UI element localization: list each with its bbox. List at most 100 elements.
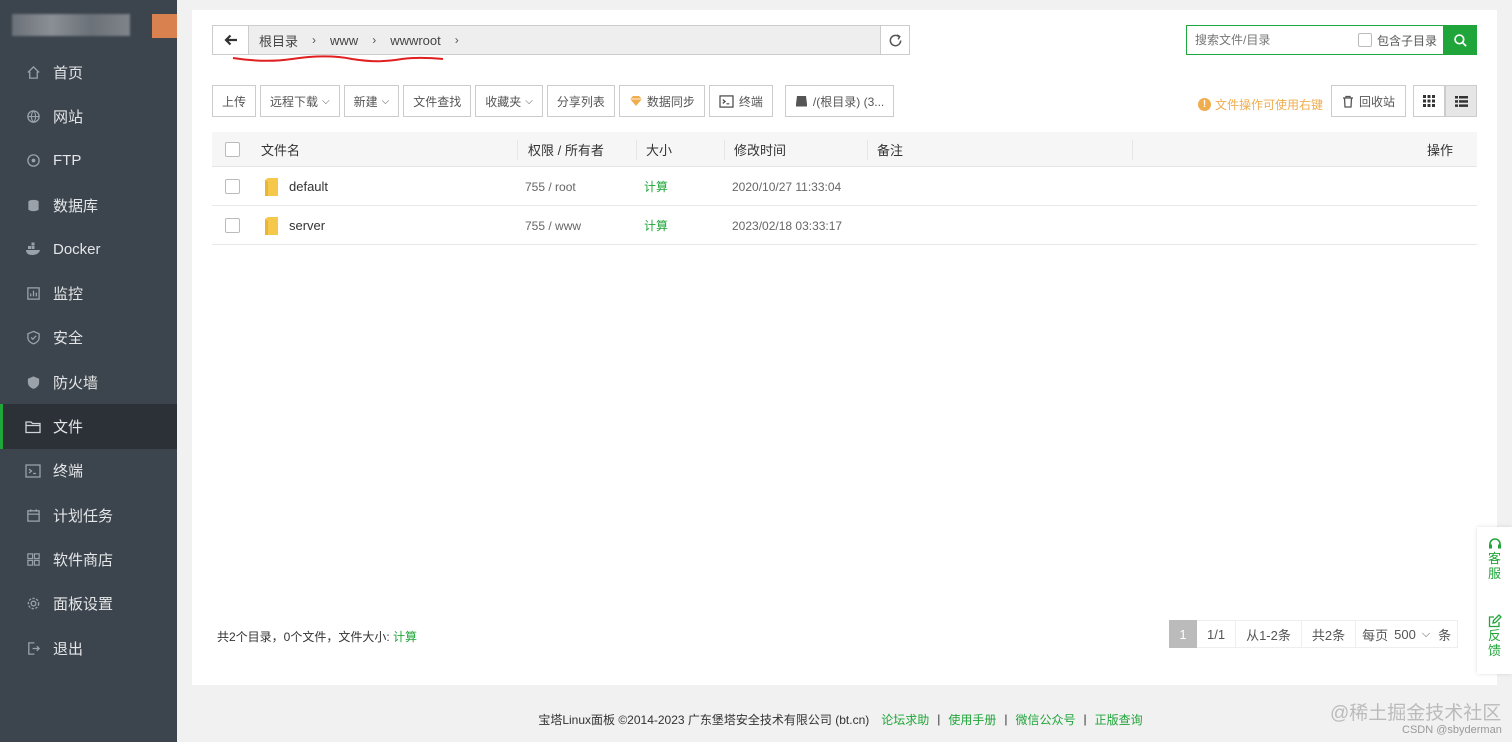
search-input[interactable] xyxy=(1187,26,1352,54)
summary-calc-link[interactable]: 计算 xyxy=(393,630,417,644)
watermark-sub: CSDN @sbyderman xyxy=(1402,724,1502,736)
path-bar: 根目录 › www › wwwroot › xyxy=(212,25,910,55)
footer-link-license[interactable]: 正版查询 xyxy=(1095,711,1143,728)
sidebar-item-label: 数据库 xyxy=(53,197,99,215)
header-note: 备注 xyxy=(877,143,904,158)
file-size-calc[interactable]: 计算 xyxy=(644,167,668,206)
sidebar-item-security[interactable]: 安全 xyxy=(0,316,177,360)
sidebar-nav: 首页 网站 FTP 数据库 Docker 监控 安全 防火墙 文件 终端 计划任… xyxy=(0,50,177,670)
new-button[interactable]: 新建 ⌵ xyxy=(343,85,400,117)
grid-icon xyxy=(1423,95,1435,107)
sidebar-item-docker[interactable]: Docker xyxy=(0,227,177,271)
per-page-value[interactable]: 500 xyxy=(1394,627,1416,642)
sidebar-item-cron[interactable]: 计划任务 xyxy=(0,493,177,537)
terminal-label: 终端 xyxy=(738,94,763,109)
column-divider xyxy=(1132,140,1133,160)
logo-accent xyxy=(152,14,177,38)
crumb-www[interactable]: www xyxy=(326,33,362,48)
sidebar-item-label: 面板设置 xyxy=(53,596,114,614)
feedback-button[interactable]: 反馈 xyxy=(1477,614,1512,658)
sidebar-item-ftp[interactable]: FTP xyxy=(0,139,177,183)
sidebar-item-label: 计划任务 xyxy=(53,507,114,525)
page-count: 1/1 xyxy=(1197,620,1237,648)
service-label: 客服 xyxy=(1487,551,1501,581)
upload-button[interactable]: 上传 xyxy=(212,85,257,117)
watermark: @稀土掘金技术社区 xyxy=(1330,703,1502,724)
file-size-calc[interactable]: 计算 xyxy=(644,206,668,245)
header-name[interactable]: 文件名 xyxy=(261,132,300,167)
header-perm[interactable]: 权限 / 所有者 xyxy=(528,132,604,167)
file-perm[interactable]: 755 / root xyxy=(525,167,576,206)
disk-button[interactable]: /(根目录) (3... xyxy=(784,85,895,117)
favorites-button[interactable]: 收藏夹 ⌵ xyxy=(475,85,543,117)
share-list-label: 分享列表 xyxy=(556,94,605,109)
refresh-button[interactable] xyxy=(880,26,909,54)
sidebar-item-website[interactable]: 网站 xyxy=(0,94,177,138)
sidebar-item-home[interactable]: 首页 xyxy=(0,50,177,94)
right-click-tip: ! 文件操作可使用右键 xyxy=(1198,96,1323,113)
header-size[interactable]: 大小 xyxy=(646,132,672,167)
remote-download-button[interactable]: 远程下载 ⌵ xyxy=(260,85,340,117)
page-number[interactable]: 1 xyxy=(1169,620,1197,648)
file-name[interactable]: server xyxy=(289,206,325,245)
page-total: 共2条 xyxy=(1301,620,1357,648)
terminal-button[interactable]: 终端 xyxy=(708,85,773,117)
sidebar-item-label: Docker xyxy=(53,240,101,258)
headset-icon xyxy=(1488,538,1501,549)
per-page-label: 每页 xyxy=(1362,627,1389,643)
list-view-button[interactable] xyxy=(1445,85,1477,117)
grid-view-button[interactable] xyxy=(1413,85,1445,117)
breadcrumb: 根目录 › www › wwwroot › xyxy=(249,26,880,54)
chevron-right-icon: › xyxy=(372,33,377,47)
checkbox[interactable] xyxy=(225,179,240,194)
divider: | xyxy=(1083,712,1087,726)
tip-text: 文件操作可使用右键 xyxy=(1215,98,1324,112)
sidebar-item-label: 首页 xyxy=(53,64,84,82)
checkbox[interactable] xyxy=(1358,33,1372,47)
sidebar-item-files[interactable]: 文件 xyxy=(0,404,177,449)
sidebar-item-monitor[interactable]: 监控 xyxy=(0,271,177,315)
recycle-label: 回收站 xyxy=(1359,94,1396,109)
monitor-icon xyxy=(25,286,41,302)
chevron-right-icon: › xyxy=(454,33,459,47)
header-mtime[interactable]: 修改时间 xyxy=(734,132,786,167)
sidebar: 首页 网站 FTP 数据库 Docker 监控 安全 防火墙 文件 终端 计划任… xyxy=(0,0,177,742)
footer-link-wechat[interactable]: 微信公众号 xyxy=(1016,711,1076,728)
per-page-unit: 条 xyxy=(1438,627,1452,643)
per-page-select[interactable]: 每页 500 ⌵ 条 xyxy=(1356,620,1459,648)
sidebar-item-firewall[interactable]: 防火墙 xyxy=(0,360,177,404)
footer-link-manual[interactable]: 使用手册 xyxy=(948,711,996,728)
footer: 宝塔Linux面板 ©2014-2023 广东堡塔安全技术有限公司 (bt.cn… xyxy=(177,705,1512,733)
divider: | xyxy=(937,712,941,726)
share-list-button[interactable]: 分享列表 xyxy=(546,85,615,117)
sidebar-item-store[interactable]: 软件商店 xyxy=(0,537,177,581)
file-perm[interactable]: 755 / www xyxy=(525,206,581,245)
data-sync-button[interactable]: 数据同步 xyxy=(618,85,705,117)
crumb-root[interactable]: 根目录 xyxy=(255,31,302,50)
table-row[interactable]: default 755 / root 计算 2020/10/27 11:33:0… xyxy=(212,167,1477,206)
select-all-checkbox[interactable] xyxy=(225,132,245,167)
favorites-label: 收藏夹 xyxy=(485,94,522,109)
search-button[interactable] xyxy=(1443,25,1477,55)
file-name[interactable]: default xyxy=(289,167,328,206)
customer-service-button[interactable]: 客服 xyxy=(1477,537,1512,581)
checkbox[interactable] xyxy=(225,218,240,233)
file-search-label: 文件查找 xyxy=(413,94,462,109)
back-button[interactable] xyxy=(213,26,249,54)
sidebar-item-settings[interactable]: 面板设置 xyxy=(0,582,177,626)
include-subdir-checkbox[interactable]: 包含子目录 xyxy=(1358,32,1437,49)
recycle-bin-button[interactable]: 回收站 xyxy=(1331,85,1407,117)
checkbox[interactable] xyxy=(225,142,240,157)
remote-download-label: 远程下载 xyxy=(270,94,319,109)
footer-link-forum[interactable]: 论坛求助 xyxy=(881,711,929,728)
folder-icon xyxy=(264,167,279,206)
sidebar-item-database[interactable]: 数据库 xyxy=(0,183,177,227)
file-search-button[interactable]: 文件查找 xyxy=(403,85,472,117)
list-icon xyxy=(1454,95,1468,107)
crumb-wwwroot[interactable]: wwwroot xyxy=(386,33,445,48)
sidebar-item-label: 防火墙 xyxy=(53,374,99,392)
sidebar-item-logout[interactable]: 退出 xyxy=(0,626,177,670)
sidebar-item-terminal[interactable]: 终端 xyxy=(0,449,177,493)
table-row[interactable]: server 755 / www 计算 2023/02/18 03:33:17 xyxy=(212,206,1477,245)
chevron-right-icon: › xyxy=(312,33,317,47)
